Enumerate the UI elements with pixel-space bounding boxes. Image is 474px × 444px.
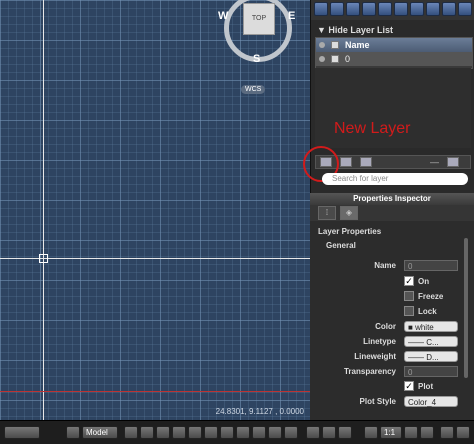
properties-inspector-title: Properties Inspector [310,193,474,205]
drawing-canvas[interactable]: TOP W E S WCS 24.8301, 9.1127 , 0.0000 [0,0,310,420]
lock-checkbox[interactable] [404,306,414,316]
layer-lock-icon[interactable] [378,2,392,16]
folder-icon[interactable] [360,157,372,167]
annotation-scale-icon[interactable] [364,426,378,439]
triangle-down-icon: ▼ [317,25,329,35]
wcs-menu[interactable]: WCS [241,85,266,94]
plot-style-label: Plot Style [359,397,396,406]
layer-previous-icon[interactable] [410,2,424,16]
layer-delete-icon[interactable] [458,2,472,16]
model-space-button[interactable]: Model [82,426,118,439]
plot-label: Plot [418,382,434,391]
ducs-icon[interactable] [220,426,234,439]
ortho-icon[interactable] [156,426,170,439]
compass-west[interactable]: W [218,10,228,22]
tab-layer-icon[interactable]: ◈ [340,206,358,220]
polar-icon[interactable] [172,426,186,439]
grid-icon[interactable] [140,426,154,439]
lock-label: Lock [418,307,437,316]
transparency-label: Transparency [343,367,396,376]
name-field[interactable]: 0 [404,260,458,271]
layer-match-icon[interactable] [394,2,408,16]
selection-cycling-icon[interactable] [284,426,298,439]
lineweight-label: Lineweight [354,352,396,361]
color-swatch: ■ [408,323,416,332]
layer-state-icon[interactable] [330,2,344,16]
layer-iso-icon[interactable] [346,2,360,16]
plot-checkbox[interactable]: ✓ [404,381,414,391]
on-checkbox[interactable]: ✓ [404,276,414,286]
layer-table: Name 0 [315,37,473,69]
color-label: Color [375,322,396,331]
transparency-icon[interactable] [268,426,282,439]
lineweight-icon[interactable] [252,426,266,439]
layer-search-input[interactable]: Search for layer [322,173,468,185]
layer-merge-icon[interactable] [442,2,456,16]
command-line-toggle[interactable] [4,426,40,439]
status-bar: Model 1:1 [0,420,474,444]
inspector-tabs: ⁞ ◈ [310,205,474,221]
freeze-checkbox[interactable] [404,291,414,301]
hide-layer-list-toggle[interactable]: ▼ Hide Layer List [311,23,474,37]
layer-walk-icon[interactable] [426,2,440,16]
new-group-icon[interactable] [340,157,352,167]
lineweight-preview: —— [408,353,427,362]
linetype-select[interactable]: —— C... [404,336,458,347]
layer-name: 0 [345,54,351,64]
column-name[interactable]: Name [345,40,370,50]
workspace-icon[interactable] [440,426,454,439]
linetype-label: Linetype [363,337,396,346]
layout-icon[interactable] [66,426,80,439]
layer-table-header: Name [316,38,472,52]
palette-toolbar [311,0,474,20]
layer-options-icon[interactable] [447,157,459,167]
otrack-icon[interactable] [204,426,218,439]
visibility-icon [319,42,325,48]
compass-south[interactable]: S [253,53,260,65]
tab-object-icon[interactable]: ⁞ [318,206,336,220]
subsection-title[interactable]: General [326,241,356,250]
on-label: On [418,277,430,286]
x-axis-line [0,391,310,392]
annotation-visibility-icon[interactable] [404,426,418,439]
layer-color-icon[interactable] [331,55,339,63]
table-row[interactable]: 0 [316,52,472,66]
viewcube-top-face[interactable]: TOP [243,3,275,35]
transparency-field[interactable]: 0 [404,366,458,377]
name-label: Name [374,261,396,270]
freeze-label: Freeze [418,292,444,301]
compass-east[interactable]: E [288,10,295,22]
linetype-preview: —— [408,338,427,347]
pan-hand-icon[interactable] [306,426,320,439]
section-title: Layer Properties [318,227,382,236]
osnap-icon[interactable] [188,426,202,439]
lineweight-select[interactable]: —— D... [404,351,458,362]
crosshair-vertical [43,0,44,420]
settings-gear-icon[interactable] [456,426,470,439]
coordinate-readout: 24.8301, 9.1127 , 0.0000 [215,407,304,416]
eye-icon[interactable] [319,56,325,62]
plot-style-select[interactable]: Color_4 [404,396,458,407]
annotation-scale[interactable]: 1:1 [380,426,402,439]
properties-body: Layer Properties General Name 0 ✓ On Fre… [310,221,474,420]
minus-icon[interactable]: — [430,157,439,167]
inspector-scrollbar[interactable] [464,238,468,378]
layer-icon[interactable] [314,2,328,16]
cursor-pickbox [39,254,48,263]
layer-freeze-icon[interactable] [362,2,376,16]
orbit-icon[interactable] [338,426,352,439]
snap-icon[interactable] [124,426,138,439]
color-select[interactable]: ■ white [404,321,458,332]
zoom-magnifier-icon[interactable] [322,426,336,439]
dyn-icon[interactable] [236,426,250,439]
annotation-label: New Layer [334,120,411,137]
freeze-column-icon [331,41,339,49]
auto-scale-icon[interactable] [420,426,434,439]
viewcube[interactable]: TOP W E S [216,0,300,70]
